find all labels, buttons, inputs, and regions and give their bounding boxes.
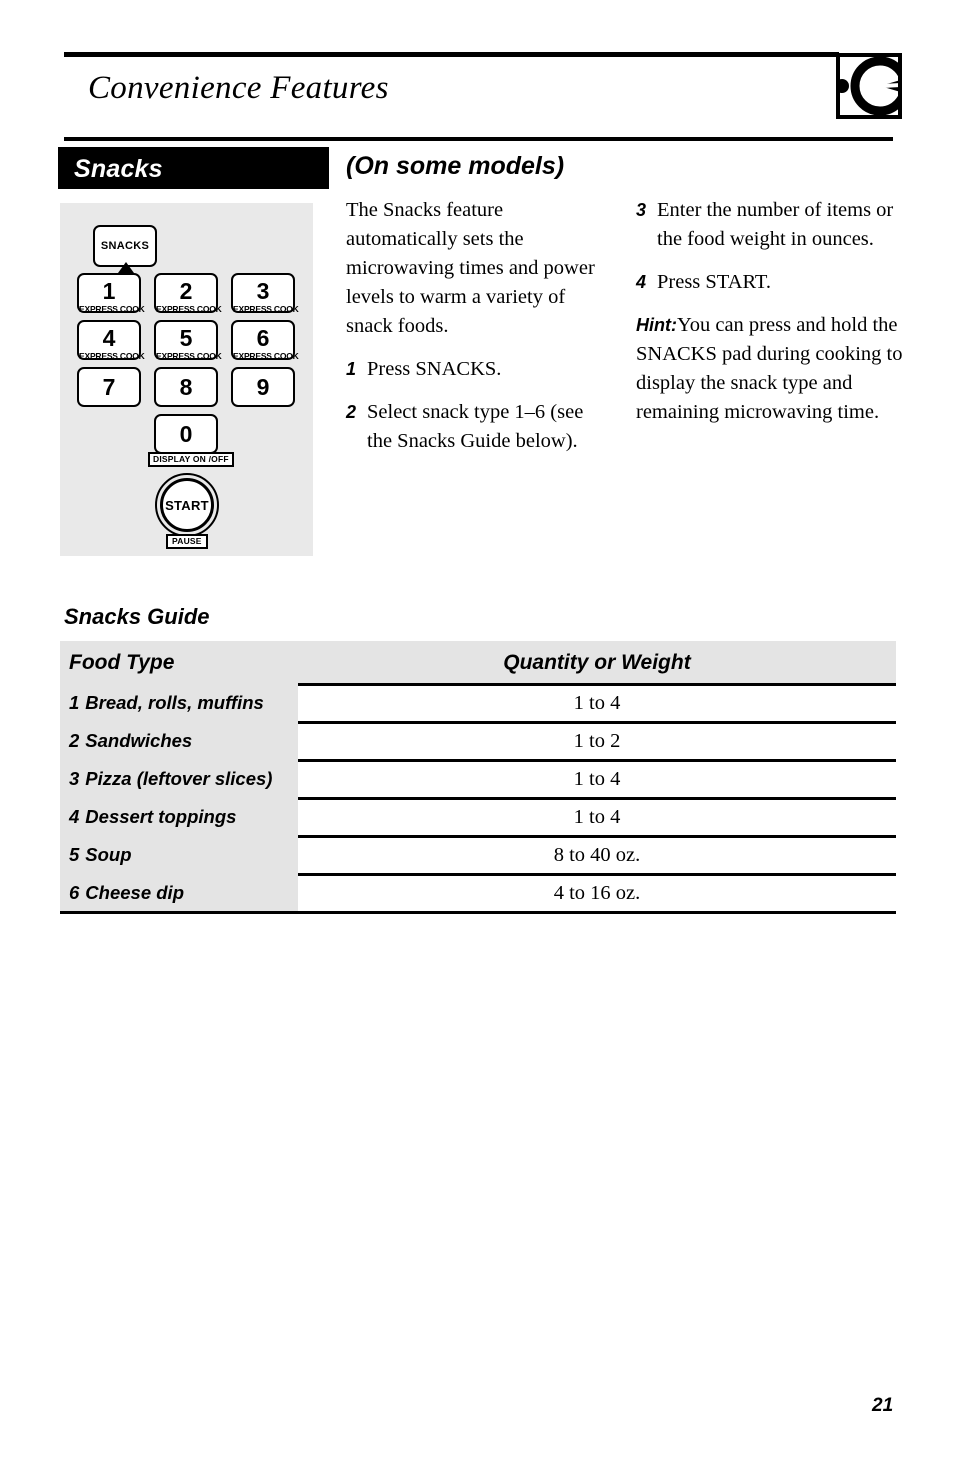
keypad-key-1-number: 1 — [102, 278, 116, 304]
keypad-key-9-number: 9 — [256, 373, 270, 400]
keypad-key-8-number: 8 — [179, 373, 193, 400]
section-bar-label: Snacks — [74, 155, 163, 183]
step-4: 4 Press START. — [636, 268, 906, 297]
manual-page: Convenience Features Snacks (On some mod… — [0, 0, 954, 1475]
keypad-key-6[interactable]: 6 EXPRESS COOK — [231, 320, 299, 361]
keypad-key-8[interactable]: 8 — [154, 367, 218, 407]
step-2-marker: 2 — [346, 402, 357, 422]
step-4-marker: 4 — [636, 272, 647, 292]
header-rule-bottom — [64, 137, 893, 141]
snacks-guide-table: Food Type Quantity or Weight 1 Bread, rol… — [60, 641, 896, 914]
header-rule-top — [64, 52, 839, 57]
keypad-key-1-sublabel: EXPRESS COOK — [79, 304, 145, 314]
row-5-index: 5 — [69, 844, 80, 865]
table-header-row: Food Type Quantity or Weight — [60, 641, 896, 683]
keypad-key-9[interactable]: 9 — [231, 367, 295, 407]
keypad-key-4[interactable]: 4 EXPRESS COOK — [77, 320, 145, 361]
hint-paragraph: Hint:You can press and hold the SNACKS p… — [636, 311, 906, 427]
keypad-key-7-number: 7 — [102, 373, 116, 400]
table-row: 3 Pizza (leftover slices) 1 to 4 — [60, 759, 896, 797]
row-3-index: 3 — [69, 768, 80, 789]
keypad-snacks-key[interactable]: SNACKS — [93, 225, 157, 267]
keypad-key-4-sublabel: EXPRESS COOK — [79, 351, 145, 361]
row-5-food: 5 Soup — [69, 844, 132, 866]
models-note: (On some models) — [346, 152, 565, 180]
row-5-qty: 8 to 40 oz. — [553, 844, 641, 866]
keypad-key-0-number: 0 — [179, 420, 193, 447]
keypad-key-3-number: 3 — [256, 278, 270, 304]
ge-monogram-icon — [836, 53, 902, 119]
row-6-qty: 4 to 16 oz. — [553, 882, 641, 904]
table-row: 2 Sandwiches 1 to 2 — [60, 721, 896, 759]
row-3-qty: 1 to 4 — [573, 768, 621, 790]
keypad-key-1[interactable]: 1 EXPRESS COOK — [77, 273, 145, 314]
row-6-food: 6 Cheese dip — [69, 882, 184, 904]
column-header-food-type: Food Type — [69, 651, 175, 674]
table-row: 1 Bread, rolls, muffins 1 to 4 — [60, 683, 896, 721]
row-4-index: 4 — [69, 806, 80, 827]
step-2-text: Select snack type 1–6 (see the Snacks Gu… — [367, 401, 584, 452]
keypad-snacks-key-label: SNACKS — [100, 240, 150, 252]
keypad-start-label: START — [165, 497, 209, 513]
row-3-food: 3 Pizza (leftover slices) — [69, 768, 272, 790]
step-1-marker: 1 — [346, 359, 357, 379]
row-3-food-label: Pizza (leftover slices) — [85, 768, 273, 789]
row-4-food: 4 Dessert toppings — [69, 806, 236, 828]
step-4-text: Press START. — [657, 271, 772, 293]
keypad-key-5-sublabel: EXPRESS COOK — [156, 351, 222, 361]
intro-paragraph: The Snacks feature automatically sets th… — [346, 199, 595, 337]
row-2-food-label: Sandwiches — [85, 730, 193, 751]
keypad-key-2-sublabel: EXPRESS COOK — [156, 304, 222, 314]
page-title: Convenience Features — [88, 70, 389, 106]
table-row: 5 Soup 8 to 40 oz. — [60, 835, 896, 873]
body-column-middle: The Snacks feature automatically sets th… — [346, 196, 608, 470]
table-row: 4 Dessert toppings 1 to 4 — [60, 797, 896, 835]
keypad-key-6-number: 6 — [256, 325, 270, 351]
row-1-food: 1 Bread, rolls, muffins — [69, 692, 264, 714]
step-1-text: Press SNACKS. — [367, 358, 502, 380]
row-2-index: 2 — [69, 730, 80, 751]
row-4-qty: 1 to 4 — [573, 806, 621, 828]
keypad-key-2-number: 2 — [179, 278, 193, 304]
snacks-pointer-icon — [118, 262, 134, 273]
row-4-food-label: Dessert toppings — [85, 806, 237, 827]
row-1-index: 1 — [69, 692, 80, 713]
step-3-text: Enter the number of items or the food we… — [657, 199, 894, 250]
keypad-key-7[interactable]: 7 — [77, 367, 141, 407]
keypad-key-6-sublabel: EXPRESS COOK — [233, 351, 299, 361]
row-2-qty: 1 to 2 — [573, 730, 621, 752]
keypad-key-3[interactable]: 3 EXPRESS COOK — [231, 273, 299, 314]
keypad-key-5-number: 5 — [179, 325, 193, 351]
hint-label: Hint: — [636, 315, 677, 335]
row-6-food-label: Cheese dip — [85, 882, 184, 903]
step-3: 3 Enter the number of items or the food … — [636, 196, 906, 254]
row-2-food: 2 Sandwiches — [69, 730, 192, 752]
body-column-right: 3 Enter the number of items or the food … — [636, 196, 906, 427]
display-on-off-tag: DISPLAY ON /OFF — [148, 452, 234, 468]
row-6-index: 6 — [69, 882, 80, 903]
step-3-marker: 3 — [636, 200, 647, 220]
section-bar: Snacks — [58, 147, 329, 189]
table-row: 6 Cheese dip 4 to 16 oz. — [60, 873, 896, 911]
row-1-food-label: Bread, rolls, muffins — [85, 692, 264, 713]
row-1-qty: 1 to 4 — [573, 692, 621, 714]
step-1: 1 Press SNACKS. — [346, 355, 608, 384]
keypad-start-button[interactable]: START — [160, 478, 214, 532]
step-2: 2 Select snack type 1–6 (see the Snacks … — [346, 398, 608, 456]
page-number: 21 — [872, 1395, 894, 1416]
keypad-key-4-number: 4 — [102, 325, 116, 351]
keypad-key-0[interactable]: 0 — [154, 414, 218, 454]
pause-tag: PAUSE — [166, 534, 208, 550]
row-5-food-label: Soup — [85, 844, 132, 865]
snacks-guide-title: Snacks Guide — [64, 604, 210, 629]
keypad-key-2[interactable]: 2 EXPRESS COOK — [154, 273, 222, 314]
keypad-key-5[interactable]: 5 EXPRESS COOK — [154, 320, 222, 361]
column-header-quantity: Quantity or Weight — [503, 651, 691, 674]
keypad-key-3-sublabel: EXPRESS COOK — [233, 304, 299, 314]
